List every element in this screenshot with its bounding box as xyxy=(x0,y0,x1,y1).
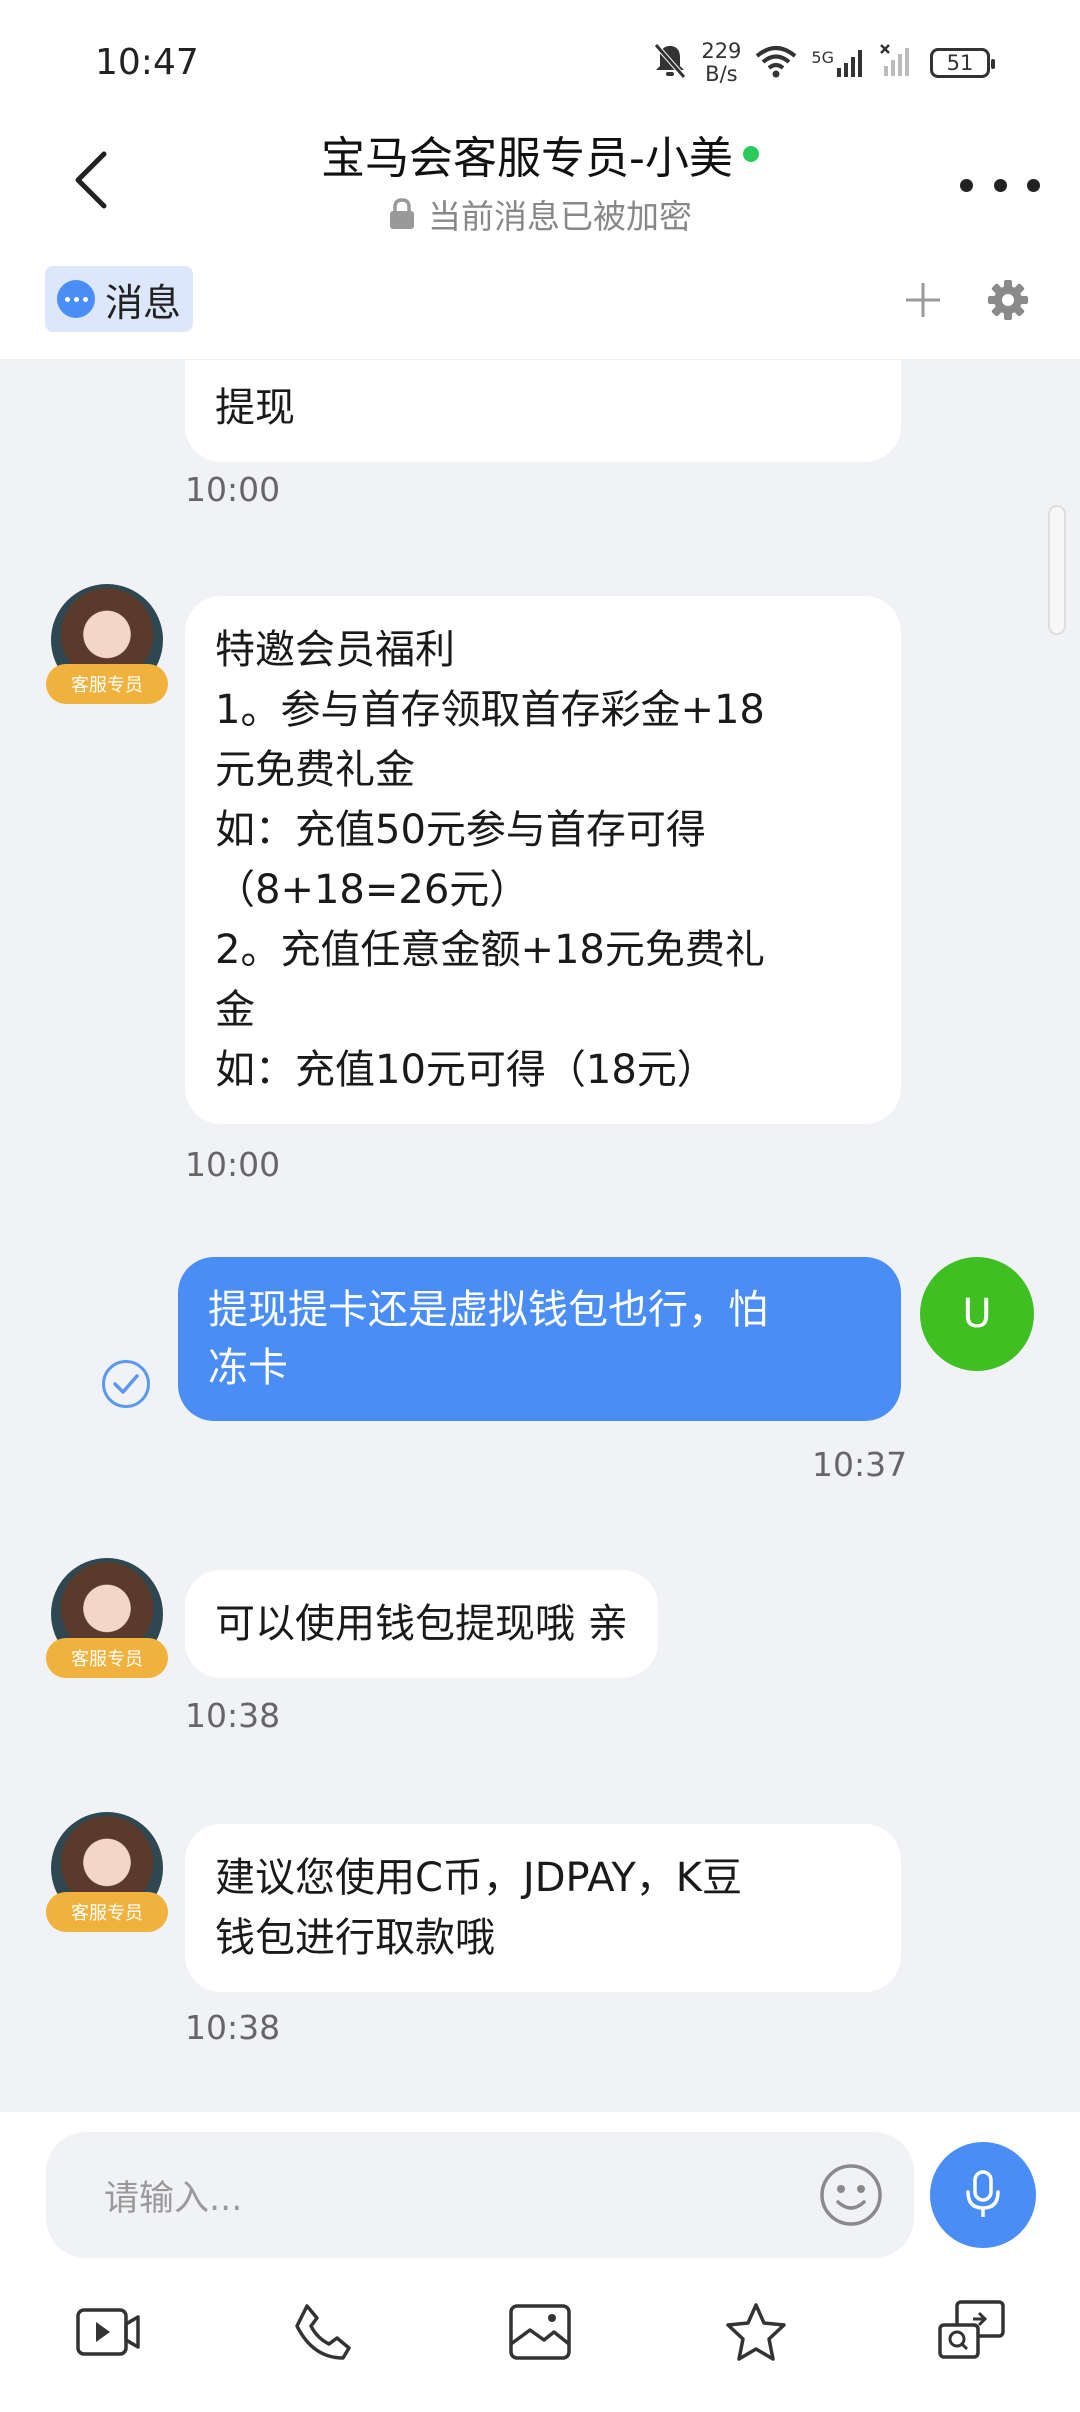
message-bubble-incoming[interactable]: 可以使用钱包提现哦 亲 xyxy=(185,1570,658,1678)
video-button[interactable] xyxy=(68,2292,148,2372)
message-time: 10:00 xyxy=(185,470,281,509)
message-line: 提现 xyxy=(215,385,295,431)
message-line: 金 xyxy=(215,987,255,1033)
message-bubble-incoming[interactable]: 提现 xyxy=(185,360,901,462)
message-time: 10:38 xyxy=(185,1696,281,1735)
message-bubble-incoming[interactable]: 建议您使用C币，JDPAY，K豆 钱包进行取款哦 xyxy=(185,1824,901,1992)
message-bubble-incoming[interactable]: 特邀会员福利 1。参与首存领取首存彩金+18 元免费礼金 如：充值50元参与首存… xyxy=(185,596,901,1124)
net-speed-unit: B/s xyxy=(705,62,738,86)
settings-button[interactable] xyxy=(978,270,1038,330)
page-title: 宝马会客服专员-小美 xyxy=(321,133,733,184)
message-time: 10:00 xyxy=(185,1145,281,1184)
call-button[interactable] xyxy=(283,2292,363,2372)
message-line: 建议您使用C币，JDPAY，K豆 xyxy=(215,1855,743,1901)
more-dot xyxy=(993,178,1007,192)
net-speed: 229 B/s xyxy=(701,40,741,86)
screen-share-icon xyxy=(938,2300,1005,2359)
signal-5g-icon: 5G xyxy=(811,48,866,78)
status-time: 10:47 xyxy=(95,42,199,83)
scrollbar-thumb[interactable] xyxy=(1048,505,1066,635)
tab-bar: 消息 xyxy=(0,244,1080,360)
battery-icon: 51 xyxy=(930,48,995,78)
wifi-icon xyxy=(755,44,797,82)
chat-bubble-icon xyxy=(57,280,95,318)
message-input[interactable]: 请输入... xyxy=(46,2132,914,2258)
message-line: 冻卡 xyxy=(208,1345,288,1391)
composer-toolbar xyxy=(0,2292,1080,2392)
message-line: 钱包进行取款哦 xyxy=(215,1915,495,1961)
lock-icon xyxy=(390,198,414,229)
message-line: 如：充值50元参与首存可得 xyxy=(215,807,706,853)
net-speed-value: 229 xyxy=(701,39,742,63)
message-line: 元免费礼金 xyxy=(215,747,415,793)
mute-icon xyxy=(653,42,687,84)
image-icon xyxy=(509,2304,571,2360)
favorite-button[interactable] xyxy=(716,2292,796,2372)
agent-avatar[interactable]: 客服专员 xyxy=(46,1812,168,1932)
star-icon xyxy=(726,2303,786,2361)
message-time: 10:38 xyxy=(185,2008,281,2047)
read-receipt-icon xyxy=(102,1360,150,1408)
message-line: （8+18=26元） xyxy=(215,867,530,913)
image-button[interactable] xyxy=(500,2292,580,2372)
tab-messages-label: 消息 xyxy=(105,280,182,325)
more-options-button[interactable] xyxy=(960,160,1040,210)
message-input-placeholder: 请输入... xyxy=(104,2179,243,2219)
screen-share-button[interactable] xyxy=(932,2292,1012,2372)
message-line: 2。充值任意金额+18元免费礼 xyxy=(215,927,765,973)
status-bar: 10:47 229 B/s 5G 51 xyxy=(0,0,1080,120)
microphone-icon xyxy=(966,2170,1000,2217)
agent-badge: 客服专员 xyxy=(46,1892,168,1932)
composer: 请输入... xyxy=(0,2112,1080,2412)
message-list[interactable]: 提现 10:00 客服专员 特邀会员福利 1。参与首存领取首存彩金+18 元免费… xyxy=(0,360,1080,2112)
agent-badge: 客服专员 xyxy=(46,1638,168,1678)
more-dot xyxy=(960,178,973,192)
message-line: 特邀会员福利 xyxy=(215,627,455,673)
message-bubble-outgoing[interactable]: 提现提卡还是虚拟钱包也行，怕 冻卡 xyxy=(178,1257,901,1421)
agent-badge: 客服专员 xyxy=(46,664,168,704)
phone-icon xyxy=(295,2304,351,2360)
message-time: 10:37 xyxy=(812,1445,908,1484)
status-icons: 229 B/s 5G 51 xyxy=(653,40,995,86)
message-line: 提现提卡还是虚拟钱包也行，怕 xyxy=(208,1287,768,1333)
signal-no-service-icon xyxy=(880,44,916,82)
emoji-button[interactable] xyxy=(818,2162,884,2228)
voice-button[interactable] xyxy=(930,2142,1036,2248)
battery-level: 51 xyxy=(946,51,974,75)
online-status-dot xyxy=(742,146,759,162)
add-button[interactable] xyxy=(895,272,951,328)
message-line: 可以使用钱包提现哦 亲 xyxy=(215,1601,628,1647)
agent-avatar[interactable]: 客服专员 xyxy=(46,584,168,704)
plus-icon xyxy=(906,283,940,317)
network-type: 5G xyxy=(811,48,834,67)
smiley-icon xyxy=(820,2164,882,2226)
encryption-notice: 当前消息已被加密 xyxy=(428,197,692,236)
message-line: 如：充值10元可得（18元） xyxy=(215,1047,717,1093)
back-button[interactable] xyxy=(60,140,120,220)
chevron-left-icon xyxy=(75,151,107,209)
user-avatar[interactable]: U xyxy=(920,1257,1034,1371)
tab-messages[interactable]: 消息 xyxy=(45,266,194,332)
message-line: 1。参与首存领取首存彩金+18 xyxy=(215,687,765,733)
gear-icon xyxy=(988,280,1028,320)
chat-screen: 10:47 229 B/s 5G 51 宝马会客服专员-小美 当前消息已被加密 … xyxy=(0,0,1080,2412)
title-block: 宝马会客服专员-小美 当前消息已被加密 xyxy=(200,122,880,238)
chat-header: 宝马会客服专员-小美 当前消息已被加密 xyxy=(0,120,1080,244)
more-dot xyxy=(1027,178,1040,192)
video-icon xyxy=(76,2308,140,2356)
agent-avatar[interactable]: 客服专员 xyxy=(46,1558,168,1678)
